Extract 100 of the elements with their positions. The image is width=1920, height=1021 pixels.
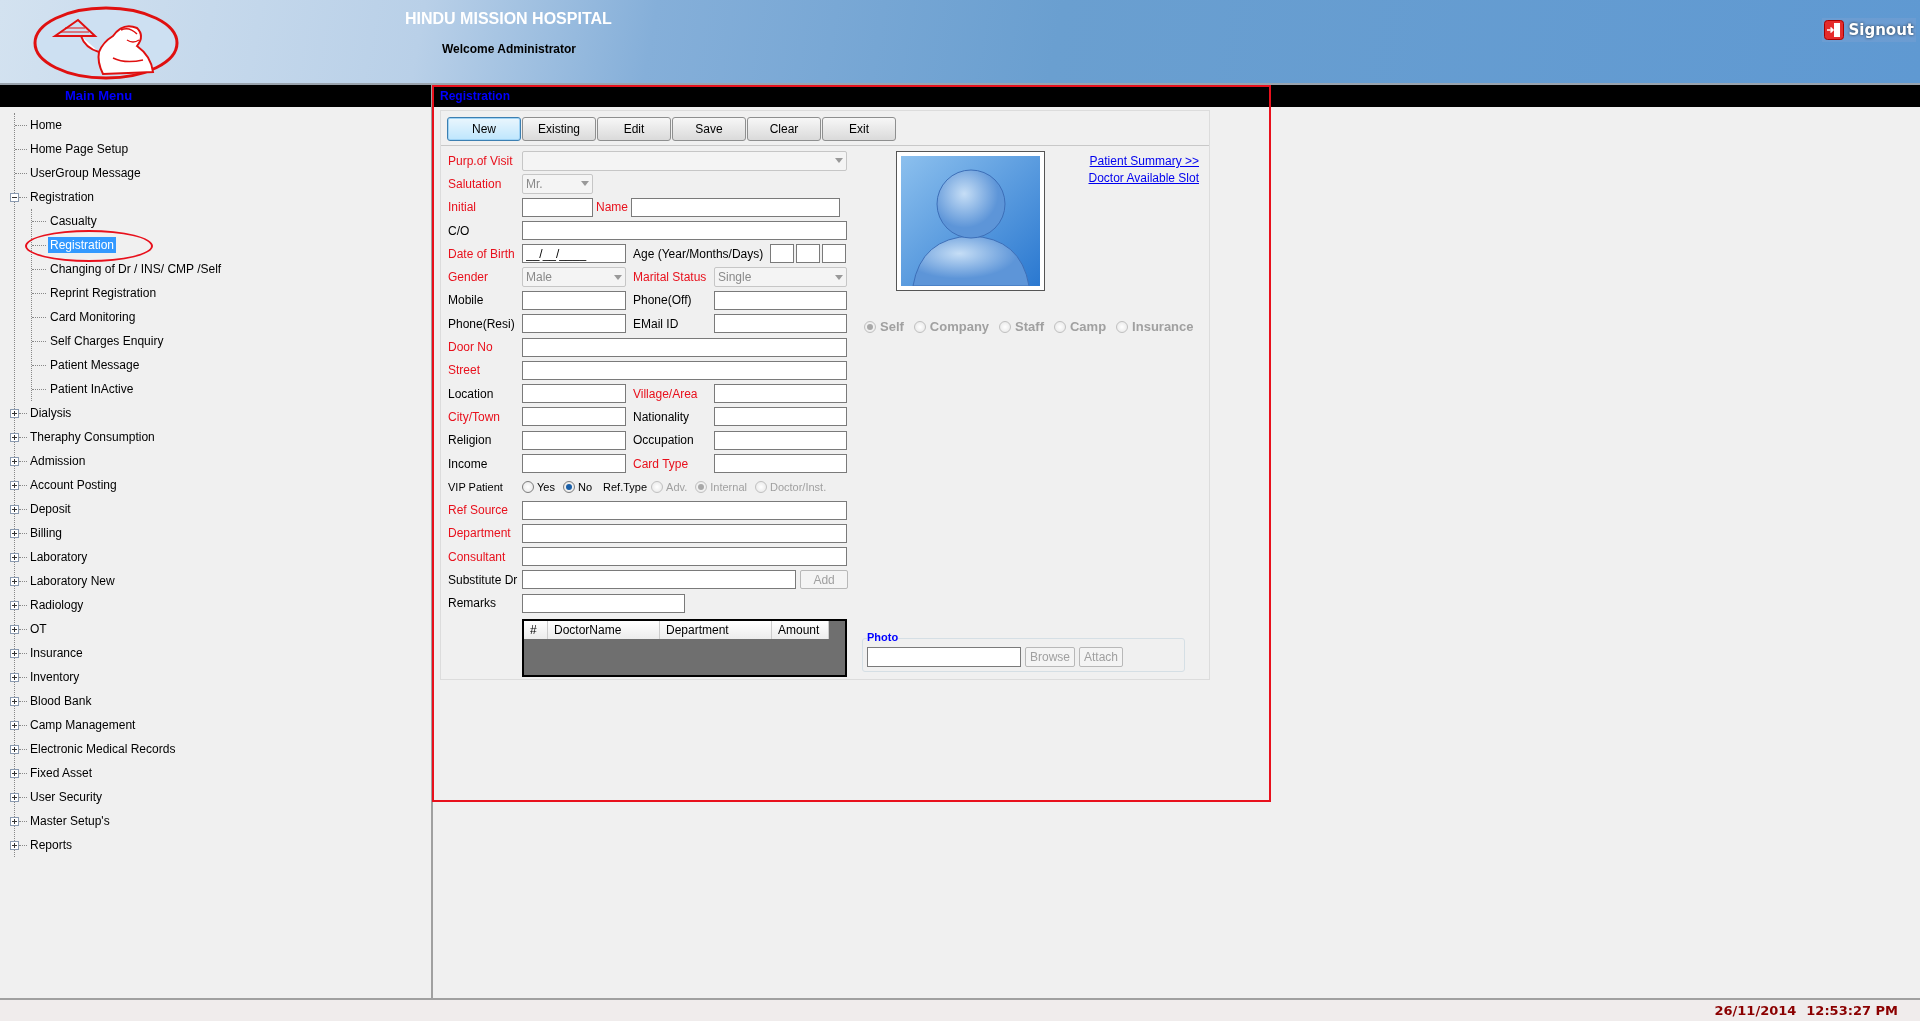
menu-item[interactable]: Self Charges Enquiry	[48, 333, 166, 349]
text-field[interactable]	[714, 314, 847, 334]
toolbar-button[interactable]: New	[447, 117, 521, 141]
radio-label: Self	[880, 319, 904, 334]
menu-item[interactable]: User Security	[28, 789, 105, 805]
menu-item[interactable]: Changing of Dr / INS/ CMP /Self	[48, 261, 224, 277]
toolbar-button[interactable]: Existing	[522, 117, 596, 141]
field-label: Age (Year/Months/Days)	[633, 246, 765, 261]
expand-icon[interactable]	[10, 816, 19, 826]
group-legend: Photo	[867, 631, 899, 643]
menu-item[interactable]: Casualty	[48, 213, 99, 229]
expand-icon[interactable]	[10, 648, 19, 658]
menu-item[interactable]: Theraphy Consumption	[28, 429, 157, 445]
toolbar-button[interactable]: Exit	[822, 117, 896, 141]
text-field[interactable]	[631, 197, 840, 217]
text-field[interactable]	[522, 337, 847, 357]
menu-item[interactable]: Patient Message	[48, 357, 142, 373]
menu-item[interactable]: Home	[28, 117, 64, 133]
expand-icon[interactable]	[10, 672, 19, 682]
toolbar-button[interactable]: Edit	[597, 117, 671, 141]
menu-item[interactable]: Deposit	[28, 501, 73, 517]
menu-item[interactable]: Reports	[28, 837, 75, 853]
expand-icon[interactable]	[10, 600, 19, 610]
menu-item[interactable]: Camp Management	[28, 717, 138, 733]
menu-item[interactable]: Radiology	[28, 597, 86, 613]
menu-item[interactable]: Electronic Medical Records	[28, 741, 178, 757]
radio-label: Company	[929, 319, 990, 334]
menu-item[interactable]: Account Posting	[28, 477, 119, 493]
toolbar-button[interactable]: Save	[672, 117, 746, 141]
text-field[interactable]	[522, 407, 626, 427]
text-field[interactable]	[522, 547, 847, 567]
text-field[interactable]	[522, 314, 626, 334]
radio-button[interactable]	[522, 480, 534, 493]
menu-item[interactable]: Billing	[28, 525, 64, 541]
text-field[interactable]	[770, 244, 794, 264]
expand-icon[interactable]	[10, 480, 19, 490]
expand-icon[interactable]	[10, 720, 19, 730]
radio-label: Staff	[1015, 319, 1044, 334]
menu-item[interactable]: Registration	[28, 189, 97, 205]
column-header[interactable]: DoctorName	[548, 620, 660, 639]
text-field[interactable]	[714, 430, 847, 450]
expand-icon[interactable]	[10, 744, 19, 754]
expand-icon[interactable]	[10, 528, 19, 538]
menu-item[interactable]: Patient InActive	[48, 381, 136, 397]
column-header[interactable]: #	[524, 620, 548, 639]
expand-icon[interactable]	[10, 432, 19, 442]
text-field[interactable]	[714, 454, 847, 473]
text-field[interactable]	[522, 454, 626, 473]
text-field[interactable]	[522, 221, 847, 241]
menu-item[interactable]: OT	[28, 621, 49, 637]
menu-item[interactable]: Laboratory New	[28, 573, 117, 589]
menu-item[interactable]: Fixed Asset	[28, 765, 95, 781]
expand-icon[interactable]	[10, 792, 19, 802]
file-path-field[interactable]	[867, 647, 1021, 667]
expand-icon[interactable]	[10, 840, 19, 850]
column-header[interactable]: Amount	[772, 620, 829, 639]
expand-icon[interactable]	[10, 768, 19, 778]
text-field[interactable]	[714, 407, 847, 427]
menu-item[interactable]: UserGroup Message	[28, 165, 143, 181]
text-field[interactable]	[822, 244, 846, 264]
menu-item[interactable]: Blood Bank	[28, 693, 94, 709]
expand-icon[interactable]	[10, 456, 19, 466]
text-field[interactable]	[522, 430, 626, 450]
expand-icon[interactable]	[10, 408, 19, 418]
text-field[interactable]	[522, 360, 847, 380]
link[interactable]: Patient Summary >>	[1089, 154, 1199, 168]
text-field[interactable]	[522, 500, 847, 520]
menu-item[interactable]: Laboratory	[28, 549, 90, 565]
menu-item[interactable]: Master Setup's	[28, 813, 112, 829]
radio-label: Yes	[537, 480, 555, 493]
text-field[interactable]	[522, 197, 593, 217]
radio-label: Insurance	[1132, 319, 1194, 334]
menu-item[interactable]: Reprint Registration	[48, 285, 159, 301]
text-field[interactable]	[714, 384, 847, 404]
expand-icon[interactable]	[10, 576, 19, 586]
menu-item[interactable]: Dialysis	[28, 405, 74, 421]
menu-item[interactable]: Inventory	[28, 669, 82, 685]
expand-icon[interactable]	[10, 552, 19, 562]
text-field[interactable]	[522, 593, 685, 613]
toolbar-button[interactable]: Clear	[747, 117, 821, 141]
collapse-icon[interactable]	[10, 192, 19, 202]
menu-item[interactable]: Card Monitoring	[48, 309, 138, 325]
field-label: Salutation	[448, 176, 503, 191]
menu-item[interactable]: Admission	[28, 453, 88, 469]
date-field[interactable]: __/__/____	[522, 244, 626, 264]
text-field[interactable]	[522, 523, 847, 543]
text-field[interactable]	[796, 244, 820, 264]
radio-button[interactable]	[562, 480, 575, 493]
link[interactable]: Doctor Available Slot	[1088, 171, 1199, 185]
expand-icon[interactable]	[10, 504, 19, 514]
menu-item[interactable]: Home Page Setup	[28, 141, 131, 157]
expand-icon[interactable]	[10, 624, 19, 634]
text-field[interactable]	[522, 570, 797, 590]
column-header[interactable]: Department	[660, 620, 772, 639]
text-field[interactable]	[522, 384, 626, 404]
field-label: Purp.of Visit	[448, 153, 514, 168]
text-field[interactable]	[714, 290, 847, 310]
menu-item[interactable]: Insurance	[28, 645, 85, 661]
text-field[interactable]	[522, 290, 626, 310]
expand-icon[interactable]	[10, 696, 19, 706]
